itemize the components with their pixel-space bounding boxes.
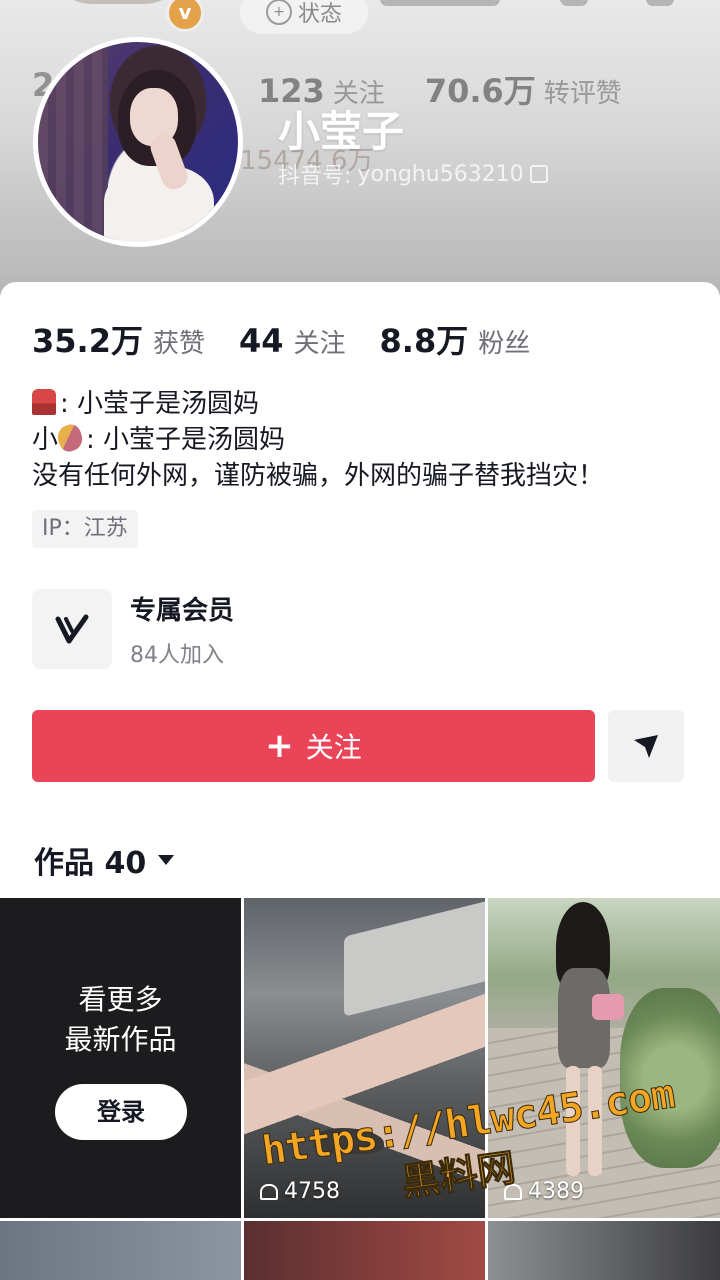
stat-num: 8.8万: [379, 322, 469, 360]
bio-text: : 小莹子是汤圆妈: [60, 389, 260, 419]
login-prompt-line: 看更多: [78, 983, 163, 1016]
stat-label: 粉丝: [478, 329, 531, 359]
figure-bag: [592, 994, 624, 1020]
thumbnail-shoe: [314, 1128, 384, 1154]
login-button[interactable]: 登录: [55, 1084, 187, 1140]
figure-leg: [566, 1066, 580, 1176]
bio-line: : 小莹子是汤圆妈: [32, 386, 604, 422]
status-button[interactable]: + 状态: [240, 0, 368, 34]
works-label: 作品 40: [34, 846, 147, 881]
plus-icon: +: [265, 726, 294, 766]
stat-label: 获赞: [152, 329, 205, 359]
video-thumbnail[interactable]: [244, 1221, 485, 1280]
ghost-bar: [380, 0, 500, 6]
bio: : 小莹子是汤圆妈 小: 小莹子是汤圆妈 没有任何外网，谨防被骗，外网的骗子替我…: [32, 386, 604, 494]
thumbnail-figure: [548, 898, 624, 1198]
avatar[interactable]: [33, 37, 243, 247]
like-count-value: 4389: [528, 1179, 584, 1204]
stat-likes[interactable]: 35.2万 获赞: [32, 316, 205, 362]
works-grid: 看更多 最新作品 登录 4758 4389: [0, 898, 720, 1280]
ghost-stat-label: 转评赞: [543, 79, 622, 109]
stat-following[interactable]: 44 关注: [239, 322, 346, 360]
figure-leg: [588, 1066, 602, 1176]
video-thumbnail[interactable]: [0, 1221, 241, 1280]
douyin-id[interactable]: 抖音号: yonghu563210: [278, 158, 548, 190]
send-icon: [634, 735, 658, 758]
video-thumbnail[interactable]: [488, 1221, 720, 1280]
profile-name: 小莹子: [278, 107, 405, 156]
heart-icon: [504, 1183, 522, 1200]
login-prompt-text: 看更多 最新作品: [0, 980, 241, 1060]
add-status-icon: +: [265, 0, 292, 25]
thumbnail-car-door: [344, 899, 485, 1017]
ip-location-tag: IP：江苏: [32, 510, 138, 548]
heart-icon: [260, 1183, 278, 1200]
ghost-bar: [646, 0, 674, 6]
exclusive-membership[interactable]: 专属会员 84人加入: [32, 588, 692, 670]
video-thumbnail[interactable]: 4389: [488, 898, 720, 1218]
stat-num: 44: [238, 322, 284, 360]
login-prompt-cell: 看更多 最新作品 登录: [0, 898, 241, 1218]
scarf-emoji-icon: [32, 389, 56, 415]
stat-num: 35.2万: [32, 322, 143, 360]
membership-count: 84人加入: [130, 642, 224, 668]
verified-badge-icon: v: [166, 0, 204, 32]
like-count: 4758: [260, 1179, 340, 1204]
bio-line: 小 : 小莹子是汤圆妈: [32, 421, 604, 458]
share-button[interactable]: [608, 710, 684, 782]
avatar-curtain: [38, 42, 108, 242]
bio-text: : 小莹子是汤圆妈: [86, 425, 286, 455]
video-thumbnail[interactable]: 4758: [244, 898, 485, 1218]
profile-header: v + 状态 2 123关注 70.6万转评赞 15474.6万 小莹子 抖音号…: [0, 0, 720, 300]
stat-label: 关注: [293, 329, 346, 359]
like-count: 4389: [504, 1179, 584, 1204]
status-label: 状态: [297, 2, 342, 27]
bio-line: 没有任何外网，谨防被骗，外网的骗子替我挡灾！: [32, 461, 605, 491]
follow-label: 关注: [305, 731, 362, 764]
tab-works[interactable]: 作品 40: [34, 838, 175, 882]
dropdown-triangle-icon: [158, 855, 175, 865]
avatar-dress: [104, 166, 214, 242]
membership-v-icon: [32, 589, 112, 669]
sweet-potato-emoji-icon: [54, 421, 86, 455]
ghost-stat-num: 70.6万: [424, 72, 536, 110]
like-count-value: 4758: [284, 1179, 340, 1204]
thumbnail-bush: [620, 988, 720, 1168]
login-prompt-line: 最新作品: [64, 1023, 177, 1056]
stat-followers[interactable]: 8.8万 粉丝: [380, 316, 531, 362]
ghost-avatar: [48, 0, 188, 4]
membership-title: 专属会员: [130, 595, 235, 626]
douyin-id-value: yonghu563210: [357, 161, 524, 187]
ghost-bar: [560, 0, 588, 6]
follow-button[interactable]: + 关注: [32, 710, 595, 782]
stats-row: 35.2万 获赞 44 关注 8.8万 粉丝: [32, 316, 530, 362]
copy-icon[interactable]: [529, 165, 548, 183]
douyin-id-label: 抖音号:: [278, 164, 352, 189]
bio-text: 小: [32, 425, 59, 455]
